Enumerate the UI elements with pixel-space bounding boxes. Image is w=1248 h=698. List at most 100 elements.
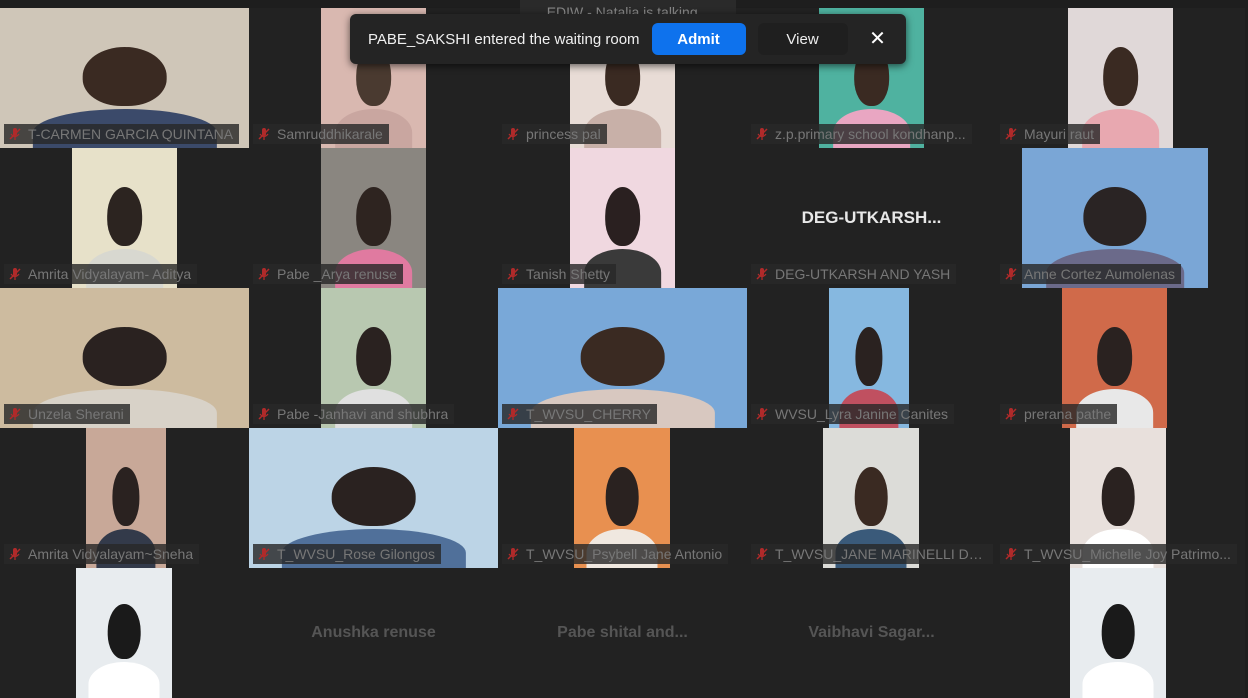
participant-name-label: Unzela Sherani — [4, 404, 130, 424]
participant-tile[interactable]: Pabe -Janhavi and shubhra — [249, 288, 498, 428]
participant-tile[interactable]: Mayuri raut — [996, 8, 1245, 148]
muted-mic-icon — [258, 128, 270, 140]
view-button[interactable]: View — [757, 23, 848, 55]
muted-mic-icon — [9, 548, 21, 560]
muted-mic-icon — [9, 128, 21, 140]
participant-name-label: T_WVSU_Rose Gilongos — [253, 544, 441, 564]
participant-tile[interactable]: T_WVSU_Rose Gilongos — [249, 428, 498, 568]
person-shoulders — [1082, 661, 1154, 698]
person-silhouette — [82, 327, 167, 386]
muted-mic-icon — [756, 408, 768, 420]
muted-mic-icon — [9, 408, 21, 420]
participant-name-label: prerana pathe — [1000, 404, 1118, 424]
muted-mic-icon — [756, 268, 768, 280]
muted-mic-icon — [507, 408, 519, 420]
participant-display-name: Anushka renuse — [311, 624, 436, 641]
participant-name-label: T_WVSU_Psybell Jane Antonio — [502, 544, 729, 564]
person-silhouette — [855, 327, 883, 386]
participant-tile[interactable]: T_WVSU_Michelle Joy Patrimo... — [996, 428, 1245, 568]
participant-tile[interactable]: Pabe shital and... — [498, 568, 747, 698]
person-silhouette — [1101, 604, 1135, 659]
participant-name-label: z.p.primary school kondhanp... — [751, 124, 972, 144]
participant-name-label: Samruddhikarale — [253, 124, 389, 144]
participant-name-label: DEG-UTKARSH AND YASH — [751, 264, 957, 284]
person-silhouette — [331, 467, 416, 526]
participant-name-label: Pabe -Janhavi and shubhra — [253, 404, 455, 424]
participant-tile[interactable]: Tanish Shetty — [498, 148, 747, 288]
participant-name: Amrita Vidyalayam- Aditya — [28, 266, 192, 282]
muted-mic-icon — [1005, 268, 1017, 280]
participant-name: T-CARMEN GARCIA QUINTANA — [28, 126, 234, 142]
participant-tile[interactable]: Amrita Vidyalayam~Sneha — [0, 428, 249, 568]
participant-name: DEG-UTKARSH AND YASH — [775, 266, 951, 282]
participant-video — [76, 568, 172, 698]
participant-tile[interactable]: Vaibhavi Sagar... — [747, 568, 996, 698]
person-silhouette — [580, 327, 665, 386]
participant-tile[interactable]: Anne Cortez Aumolenas — [996, 148, 1245, 288]
participant-tile[interactable]: DEG-UTKARSH... DEG-UTKARSH AND YASH — [747, 148, 996, 288]
participant-tile[interactable]: Amrita Vidyalayam- Aditya — [0, 148, 249, 288]
participant-name-label: Amrita Vidyalayam~Sneha — [4, 544, 200, 564]
participant-name-label: T-CARMEN GARCIA QUINTANA — [4, 124, 240, 144]
person-silhouette — [1102, 47, 1139, 106]
muted-mic-icon — [507, 128, 519, 140]
person-silhouette — [605, 467, 639, 526]
person-silhouette — [355, 187, 392, 246]
person-silhouette — [604, 187, 641, 246]
person-silhouette — [82, 47, 167, 106]
waiting-room-message: PABE_SAKSHI entered the waiting room — [368, 30, 640, 48]
participant-name-label: T_WVSU_Michelle Joy Patrimo... — [1000, 544, 1237, 564]
participant-name: Pabe -Janhavi and shubhra — [277, 406, 449, 422]
participant-tile[interactable]: WVSU_Lyra Janine Canites — [747, 288, 996, 428]
participant-name: Mayuri raut — [1024, 126, 1095, 142]
participant-name-label: WVSU_Lyra Janine Canites — [751, 404, 955, 424]
participant-name: Tanish Shetty — [526, 266, 611, 282]
muted-mic-icon — [507, 268, 519, 280]
participant-display-name: DEG-UTKARSH... — [801, 208, 942, 227]
participant-name-label: princess pal — [502, 124, 607, 144]
participant-name: Samruddhikarale — [277, 126, 383, 142]
admit-button[interactable]: Admit — [651, 23, 746, 55]
participant-tile[interactable] — [996, 568, 1245, 698]
participant-name: Pabe _Arya renuse — [277, 266, 397, 282]
muted-mic-icon — [258, 408, 270, 420]
video-gallery: T-CARMEN GARCIA QUINTANA Samruddhikarale p… — [0, 0, 1248, 698]
participant-tile[interactable]: T-CARMEN GARCIA QUINTANA — [0, 8, 249, 148]
participant-name: Anne Cortez Aumolenas — [1024, 266, 1175, 282]
muted-mic-icon — [258, 268, 270, 280]
participant-name: T_WVSU_Rose Gilongos — [277, 546, 435, 562]
person-silhouette — [1101, 467, 1135, 526]
participant-tile[interactable]: prerana pathe — [996, 288, 1245, 428]
person-silhouette — [112, 467, 140, 526]
muted-mic-icon — [756, 548, 768, 560]
participant-name: princess pal — [526, 126, 601, 142]
participant-tile[interactable] — [0, 568, 249, 698]
participant-name-label: Mayuri raut — [1000, 124, 1101, 144]
participant-video — [1070, 568, 1166, 698]
participant-tile[interactable]: Pabe _Arya renuse — [249, 148, 498, 288]
participant-name-label: Anne Cortez Aumolenas — [1000, 264, 1181, 284]
participant-name: T_WVSU_CHERRY — [526, 406, 651, 422]
participant-name-label: Tanish Shetty — [502, 264, 617, 284]
participant-name-label: Pabe _Arya renuse — [253, 264, 403, 284]
participant-tile[interactable]: Unzela Sherani — [0, 288, 249, 428]
participant-name-label: Amrita Vidyalayam- Aditya — [4, 264, 198, 284]
muted-mic-icon — [1005, 408, 1017, 420]
person-silhouette — [107, 604, 141, 659]
participant-tile[interactable]: Anushka renuse — [249, 568, 498, 698]
person-silhouette — [1083, 187, 1147, 246]
participant-name: Unzela Sherani — [28, 406, 124, 422]
participant-name: T_WVSU_Michelle Joy Patrimo... — [1024, 546, 1231, 562]
person-silhouette — [106, 187, 143, 246]
muted-mic-icon — [507, 548, 519, 560]
participant-tile[interactable]: T_WVSU_JANE MARINELLI DA... — [747, 428, 996, 568]
participant-name: Amrita Vidyalayam~Sneha — [28, 546, 194, 562]
participant-tile[interactable]: T_WVSU_CHERRY — [498, 288, 747, 428]
muted-mic-icon — [756, 128, 768, 140]
participant-name-label: T_WVSU_CHERRY — [502, 404, 657, 424]
person-shoulders — [88, 661, 160, 698]
close-icon[interactable]: ✕ — [868, 29, 888, 49]
participant-tile[interactable]: T_WVSU_Psybell Jane Antonio — [498, 428, 747, 568]
participant-name: z.p.primary school kondhanp... — [775, 126, 966, 142]
participant-display-name: Pabe shital and... — [557, 624, 688, 641]
